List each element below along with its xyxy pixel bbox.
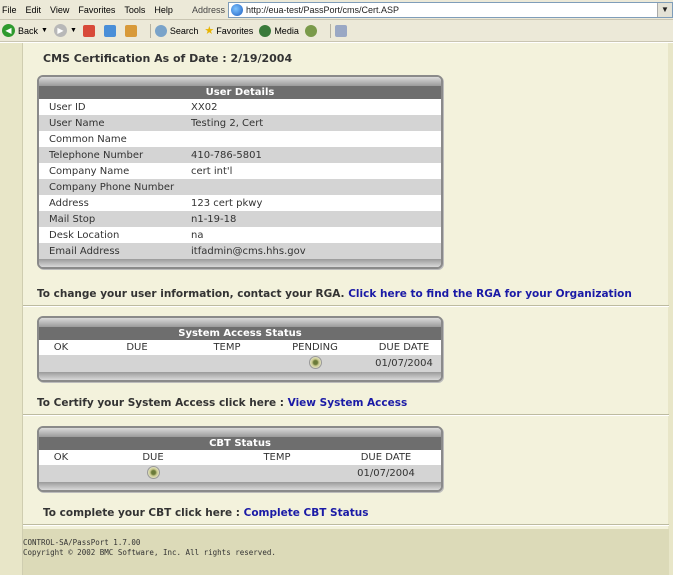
back-arrow-icon: ◀ xyxy=(2,24,15,37)
pending-radio[interactable] xyxy=(308,355,322,369)
divider xyxy=(23,305,669,307)
address-label: Address xyxy=(191,4,225,15)
favorites-button[interactable]: ★ Favorites xyxy=(204,24,253,37)
table-row: 01/07/2004 xyxy=(39,355,441,372)
table-row: Telephone Number 410-786-5801 xyxy=(39,147,441,163)
due-date-value: 01/07/2004 xyxy=(375,358,433,369)
table-row: Company Name cert int'l xyxy=(39,163,441,179)
certify-access-text: To Certify your System Access click here… xyxy=(37,397,288,409)
back-button[interactable]: ◀ Back ▼ xyxy=(2,24,48,37)
table-row: Address 123 cert pkwy xyxy=(39,195,441,211)
page-content: CMS Certification As of Date : 2/19/2004… xyxy=(0,43,673,575)
home-button[interactable] xyxy=(124,24,140,37)
search-button[interactable]: Search xyxy=(154,24,199,37)
footer-copyright: Copyright © 2002 BMC Software, Inc. All … xyxy=(23,548,276,557)
media-icon xyxy=(259,24,272,37)
media-button[interactable]: Media xyxy=(259,24,299,37)
content-frame: CMS Certification As of Date : 2/19/2004… xyxy=(22,43,669,575)
find-rga-link[interactable]: Click here to find the RGA for your Orga… xyxy=(348,288,632,300)
footer: CONTROL-SA/PassPort 1.7.00 Copyright © 2… xyxy=(23,529,669,575)
stop-icon xyxy=(82,24,95,37)
menu-view[interactable]: View xyxy=(50,5,69,15)
certify-access-line: To Certify your System Access click here… xyxy=(37,397,407,409)
browser-toolbar: ◀ Back ▼ ▶ ▼ Search ★ Favorites Media xyxy=(0,20,673,42)
toolbar-separator xyxy=(329,23,331,38)
chevron-down-icon: ▼ xyxy=(69,27,77,34)
history-icon xyxy=(304,24,317,37)
star-icon: ★ xyxy=(204,25,215,37)
mail-icon xyxy=(334,24,347,37)
table-row: User ID XX02 xyxy=(39,99,441,115)
favorites-label: Favorites xyxy=(216,25,254,36)
table-row: Company Phone Number xyxy=(39,179,441,195)
table-row: Desk Location na xyxy=(39,227,441,243)
complete-cbt-link[interactable]: Complete CBT Status xyxy=(244,507,369,519)
cbt-status-panel: CBT Status OK DUE TEMP DUE DATE 01/07/20… xyxy=(37,426,443,492)
user-details-header: User Details xyxy=(39,86,441,99)
change-info-line: To change your user information, contact… xyxy=(37,288,632,300)
table-header-row: OK DUE TEMP PENDING DUE DATE xyxy=(39,340,441,355)
change-info-text: To change your user information, contact… xyxy=(37,288,349,300)
stop-button[interactable] xyxy=(82,24,98,37)
menu-help[interactable]: Help xyxy=(154,5,173,15)
address-bar[interactable]: http://eua-test/PassPort/cms/Cert.ASP ▼ xyxy=(227,1,673,18)
menu-bar: File Edit View Favorites Tools Help Addr… xyxy=(0,0,673,20)
table-row: Email Address itfadmin@cms.hhs.gov xyxy=(39,243,441,259)
table-row: Mail Stop n1-19-18 xyxy=(39,211,441,227)
forward-button[interactable]: ▶ ▼ xyxy=(53,24,77,37)
table-row: 01/07/2004 xyxy=(39,465,441,482)
chevron-down-icon: ▼ xyxy=(41,27,48,34)
address-url: http://eua-test/PassPort/cms/Cert.ASP xyxy=(245,4,400,15)
refresh-button[interactable] xyxy=(103,24,119,37)
search-label: Search xyxy=(169,25,199,36)
home-icon xyxy=(124,24,137,37)
menu-edit[interactable]: Edit xyxy=(26,5,42,15)
menu-file[interactable]: File xyxy=(2,5,17,15)
page-title: CMS Certification As of Date : 2/19/2004 xyxy=(43,52,293,65)
due-date-value: 01/07/2004 xyxy=(357,468,415,479)
view-system-access-link[interactable]: View System Access xyxy=(288,397,408,409)
toolbar-separator xyxy=(149,23,151,38)
media-label: Media xyxy=(274,25,299,36)
table-header-row: OK DUE TEMP DUE DATE xyxy=(39,450,441,465)
cbt-status-header: CBT Status xyxy=(39,437,441,450)
forward-arrow-icon: ▶ xyxy=(53,24,67,37)
table-row: Common Name xyxy=(39,131,441,147)
ie-page-icon xyxy=(230,3,243,16)
system-access-header: System Access Status xyxy=(39,327,441,340)
history-button[interactable] xyxy=(304,24,320,37)
search-icon xyxy=(154,24,167,37)
complete-cbt-line: To complete your CBT click here : Comple… xyxy=(43,507,368,519)
divider xyxy=(23,414,669,416)
back-label: Back xyxy=(18,25,39,36)
menu-tools[interactable]: Tools xyxy=(124,5,145,15)
mail-button[interactable] xyxy=(334,24,350,37)
complete-cbt-text: To complete your CBT click here : xyxy=(43,507,244,519)
refresh-icon xyxy=(103,24,116,37)
due-radio[interactable] xyxy=(146,465,160,479)
menu-favorites[interactable]: Favorites xyxy=(78,5,115,15)
footer-version: CONTROL-SA/PassPort 1.7.00 xyxy=(23,538,141,547)
table-row: User Name Testing 2, Cert xyxy=(39,115,441,131)
divider xyxy=(23,524,669,526)
system-access-panel: System Access Status OK DUE TEMP PENDING… xyxy=(37,316,443,382)
user-details-panel: User Details User ID XX02 User Name Testin… xyxy=(37,75,443,269)
chevron-down-icon[interactable]: ▼ xyxy=(657,2,672,17)
